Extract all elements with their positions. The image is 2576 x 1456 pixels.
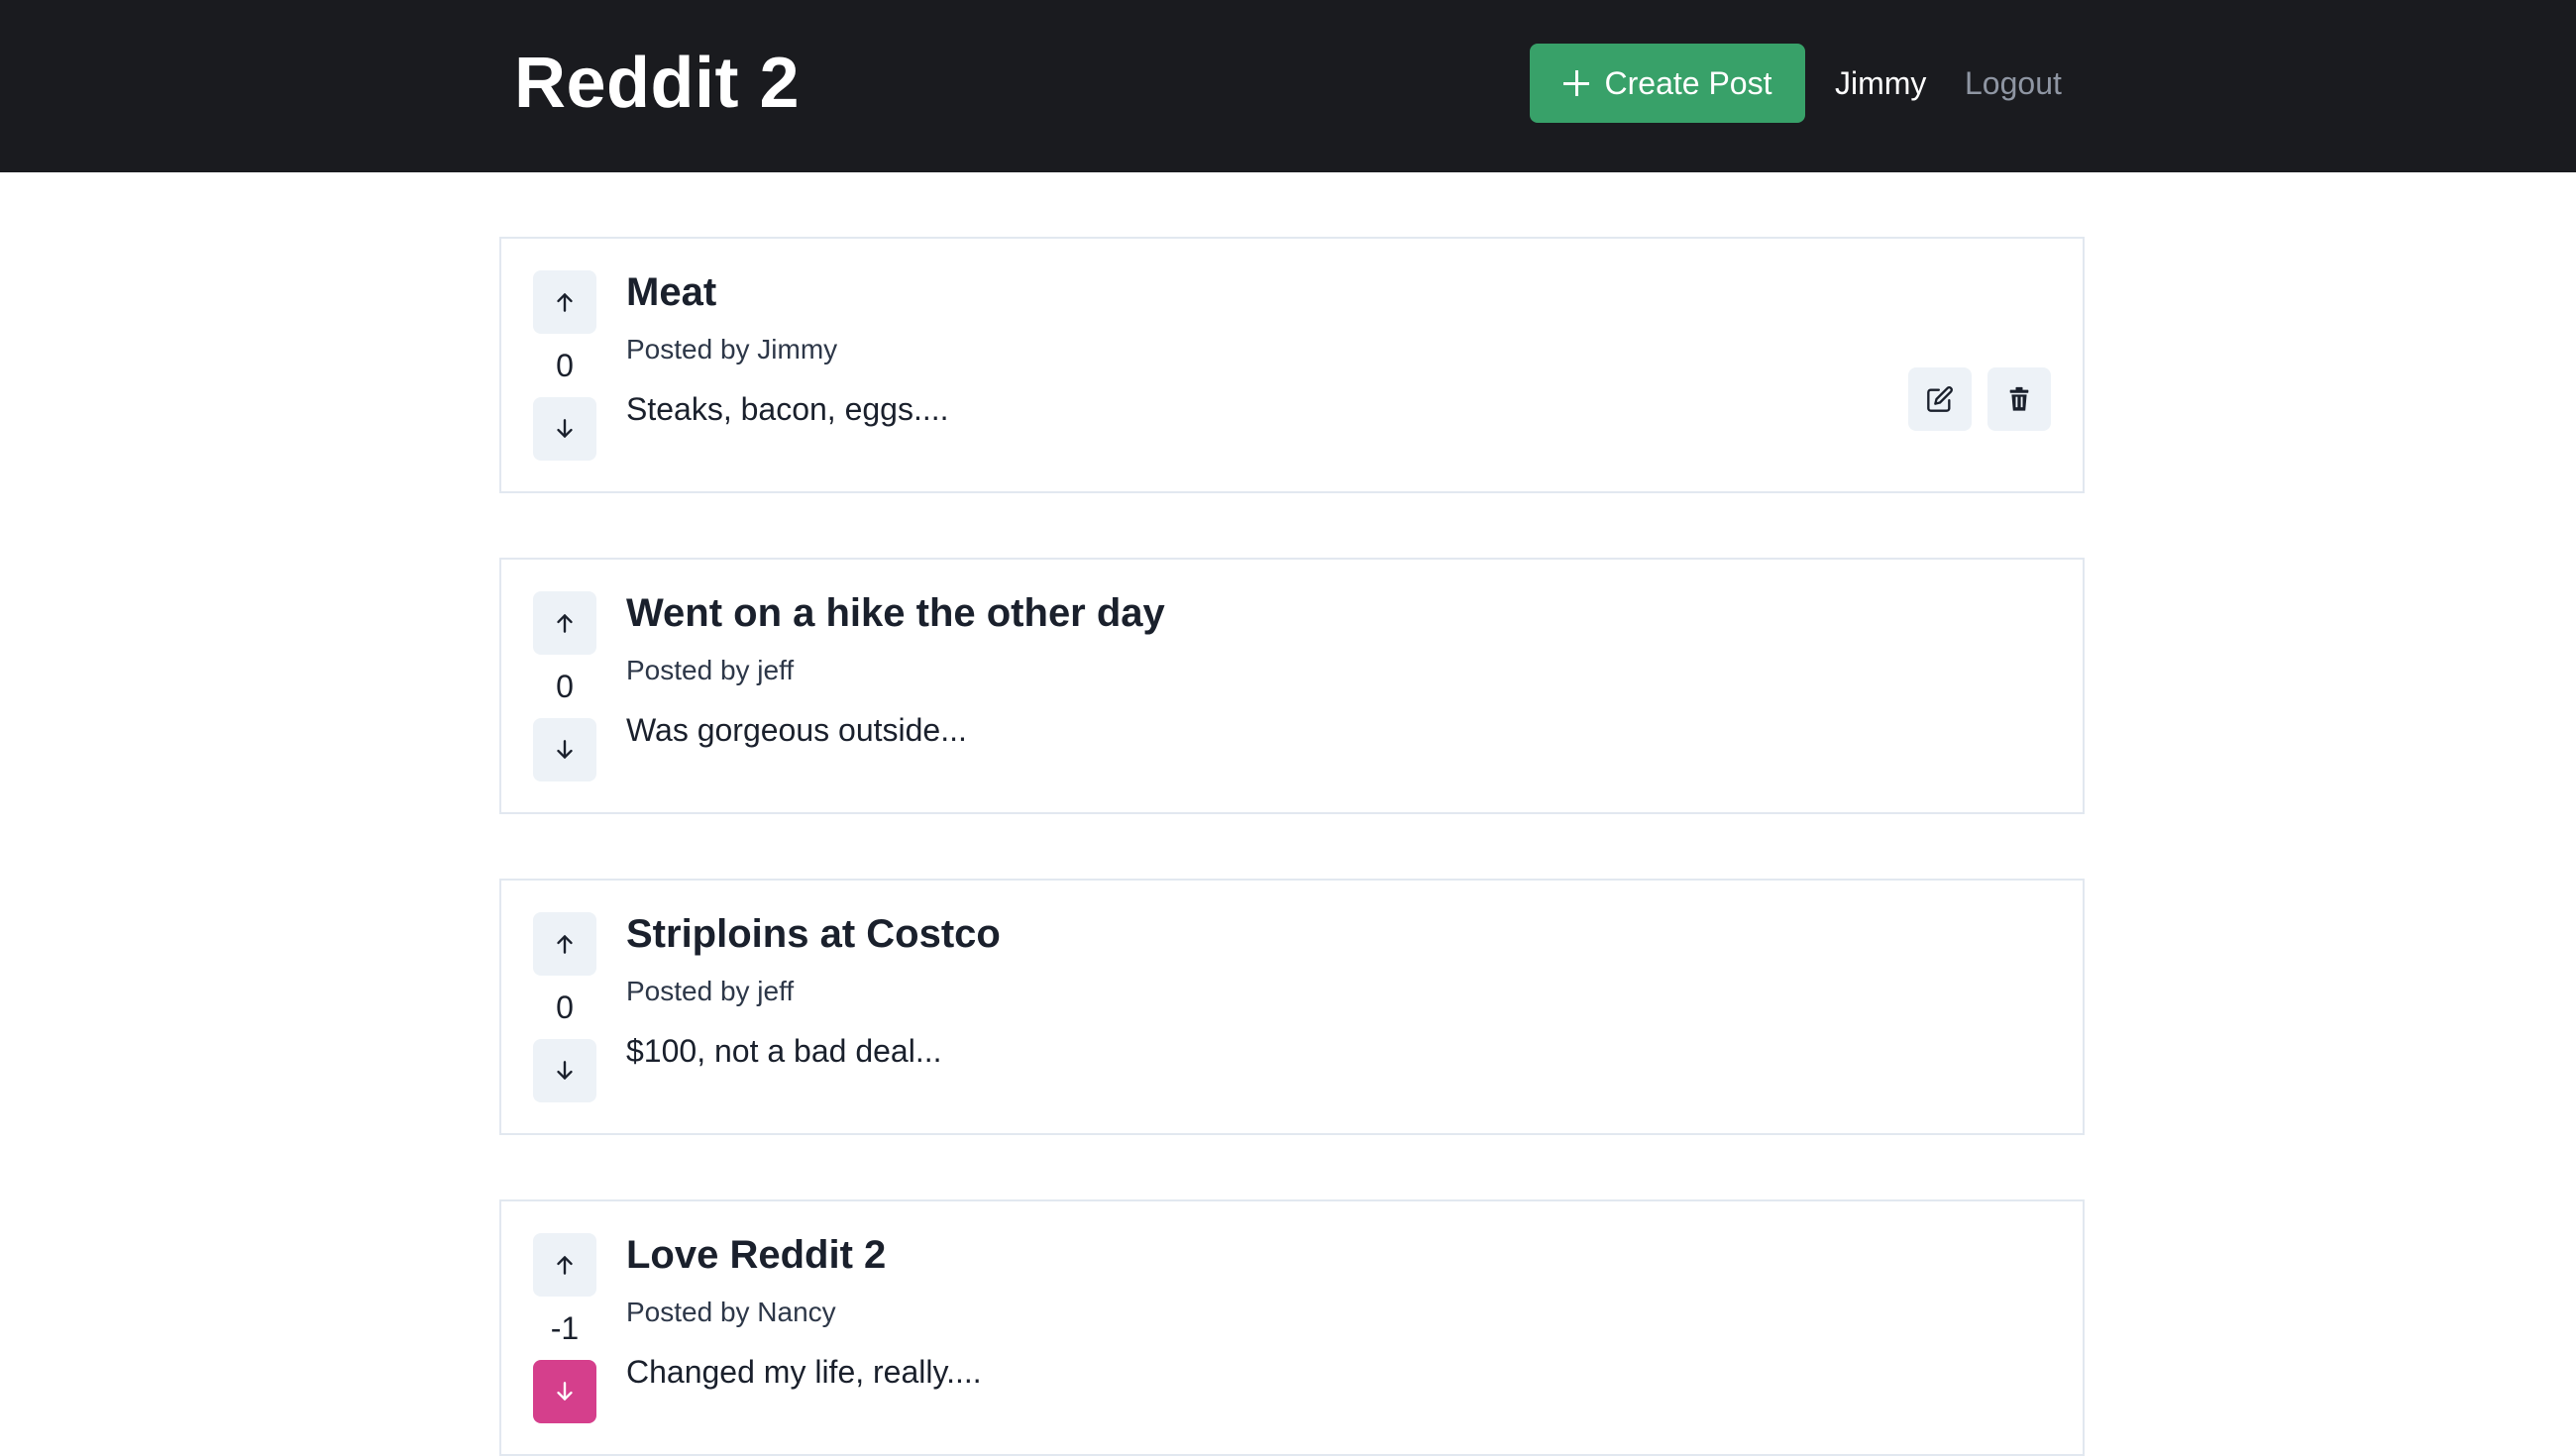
upvote-button[interactable] bbox=[533, 270, 596, 334]
upvote-button[interactable] bbox=[533, 1233, 596, 1297]
post-card: 0 Went on a hike the other day Posted by… bbox=[499, 558, 2085, 814]
arrow-up-icon bbox=[557, 935, 573, 954]
plus-icon bbox=[1562, 70, 1589, 96]
post-snippet: $100, not a bad deal... bbox=[626, 1033, 942, 1069]
edit-icon bbox=[1927, 386, 1953, 412]
post-author: Posted by jeff bbox=[626, 976, 795, 1006]
vote-score: -1 bbox=[550, 1310, 580, 1346]
post-title[interactable]: Striploins at Costco bbox=[626, 908, 1001, 960]
downvote-button[interactable] bbox=[533, 1039, 596, 1102]
upvote-button[interactable] bbox=[533, 591, 596, 655]
upvote-button[interactable] bbox=[533, 912, 596, 976]
arrow-down-icon bbox=[557, 1061, 573, 1080]
post-card: 0 Meat Posted by Jimmy Steaks, bacon, eg… bbox=[499, 237, 2085, 493]
logout-button[interactable]: Logout bbox=[1965, 61, 2062, 105]
downvote-button[interactable] bbox=[533, 397, 596, 461]
downvote-button[interactable] bbox=[533, 1360, 596, 1423]
downvote-button[interactable] bbox=[533, 718, 596, 781]
edit-post-button[interactable] bbox=[1908, 367, 1972, 431]
arrow-down-icon bbox=[557, 740, 573, 759]
create-post-button[interactable]: Create Post bbox=[1530, 44, 1805, 123]
post-snippet: Was gorgeous outside... bbox=[626, 712, 967, 748]
arrow-up-icon bbox=[557, 1256, 573, 1275]
arrow-down-icon bbox=[557, 1382, 573, 1401]
post-card: 0 Striploins at Costco Posted by jeff $1… bbox=[499, 879, 2085, 1135]
arrow-down-icon bbox=[557, 419, 573, 438]
post-snippet: Steaks, bacon, eggs.... bbox=[626, 391, 949, 427]
vote-score: 0 bbox=[556, 348, 574, 383]
post-card: -1 Love Reddit 2 Posted by Nancy Changed… bbox=[499, 1199, 2085, 1456]
create-post-label: Create Post bbox=[1604, 64, 1772, 101]
current-username: Jimmy bbox=[1835, 65, 1927, 101]
top-navbar: Reddit 2 Create Post Jimmy Logout bbox=[0, 0, 2576, 172]
post-title[interactable]: Love Reddit 2 bbox=[626, 1229, 886, 1281]
trash-icon bbox=[2009, 386, 2029, 411]
brand-logo-text[interactable]: Reddit 2 bbox=[514, 38, 800, 129]
delete-post-button[interactable] bbox=[1987, 367, 2051, 431]
arrow-up-icon bbox=[557, 614, 573, 633]
post-title[interactable]: Went on a hike the other day bbox=[626, 587, 1165, 639]
vote-score: 0 bbox=[556, 989, 574, 1025]
post-snippet: Changed my life, really.... bbox=[626, 1354, 982, 1390]
post-author: Posted by Nancy bbox=[626, 1297, 836, 1327]
post-author: Posted by jeff bbox=[626, 655, 795, 685]
post-title[interactable]: Meat bbox=[626, 266, 716, 318]
post-author: Posted by Jimmy bbox=[626, 334, 838, 364]
arrow-up-icon bbox=[557, 293, 573, 312]
vote-score: 0 bbox=[556, 669, 574, 704]
